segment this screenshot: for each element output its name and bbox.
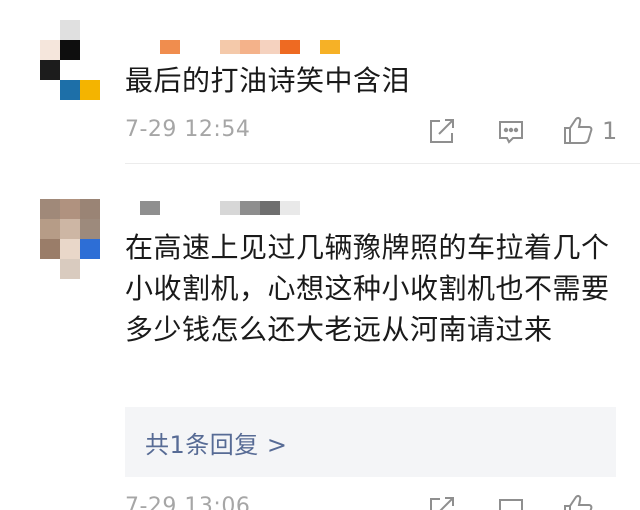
avatar-pixel — [80, 259, 100, 279]
avatar-pixel — [80, 80, 100, 100]
divider — [125, 163, 640, 164]
avatar-pixel — [40, 80, 60, 100]
avatar-pixel — [40, 259, 60, 279]
avatar-pixel — [80, 199, 100, 219]
avatar[interactable] — [40, 20, 100, 100]
avatar-pixel — [40, 199, 60, 219]
avatar[interactable] — [40, 199, 100, 279]
avatar-pixel — [60, 40, 80, 60]
avatar-pixel — [40, 60, 60, 80]
avatar-pixel — [60, 20, 80, 40]
avatar-pixel — [40, 239, 60, 259]
username-block — [260, 40, 280, 54]
thumbs-up-icon[interactable] — [562, 114, 594, 146]
avatar-pixel — [80, 219, 100, 239]
share-icon[interactable] — [428, 495, 456, 510]
avatar-pixel — [60, 199, 80, 219]
reply-summary[interactable]: 共1条回复 > — [125, 407, 616, 477]
comment-icon[interactable] — [497, 118, 525, 146]
avatar-pixel — [80, 60, 100, 80]
username-block — [220, 201, 240, 215]
username-block — [220, 40, 240, 54]
username-block — [280, 201, 300, 215]
username-block — [260, 201, 280, 215]
avatar-pixel — [60, 219, 80, 239]
username-block — [160, 40, 180, 54]
comment-meta-row: 7-29 13:06 — [0, 490, 640, 510]
avatar-pixel — [40, 20, 60, 40]
comment-text: 在高速上见过几辆豫牌照的车拉着几个小收割机，心想这种小收割机也不需要多少钱怎么还… — [125, 231, 610, 346]
username-block — [240, 40, 260, 54]
comment-timestamp: 7-29 12:54 — [125, 117, 251, 142]
avatar-pixel — [60, 259, 80, 279]
username-block — [280, 40, 300, 54]
share-icon[interactable] — [428, 117, 456, 145]
comment-text: 最后的打油诗笑中含泪 — [125, 64, 411, 97]
view-replies-link[interactable]: 共1条回复 > — [145, 425, 288, 460]
username-obscured[interactable] — [140, 201, 340, 215]
avatar-pixel — [80, 40, 100, 60]
comment-icon[interactable] — [497, 496, 525, 510]
username-block — [320, 40, 340, 54]
comment-timestamp: 7-29 13:06 — [125, 494, 251, 510]
thumbs-up-icon[interactable] — [562, 492, 594, 510]
like-count: 1 — [602, 117, 618, 145]
avatar-pixel — [60, 60, 80, 80]
avatar-pixel — [60, 239, 80, 259]
avatar-pixel — [60, 80, 80, 100]
username-block — [240, 201, 260, 215]
username-obscured[interactable] — [160, 40, 350, 54]
avatar-pixel — [80, 239, 100, 259]
avatar-pixel — [40, 40, 60, 60]
avatar-pixel — [40, 219, 60, 239]
username-block — [140, 201, 160, 215]
avatar-pixel — [80, 20, 100, 40]
